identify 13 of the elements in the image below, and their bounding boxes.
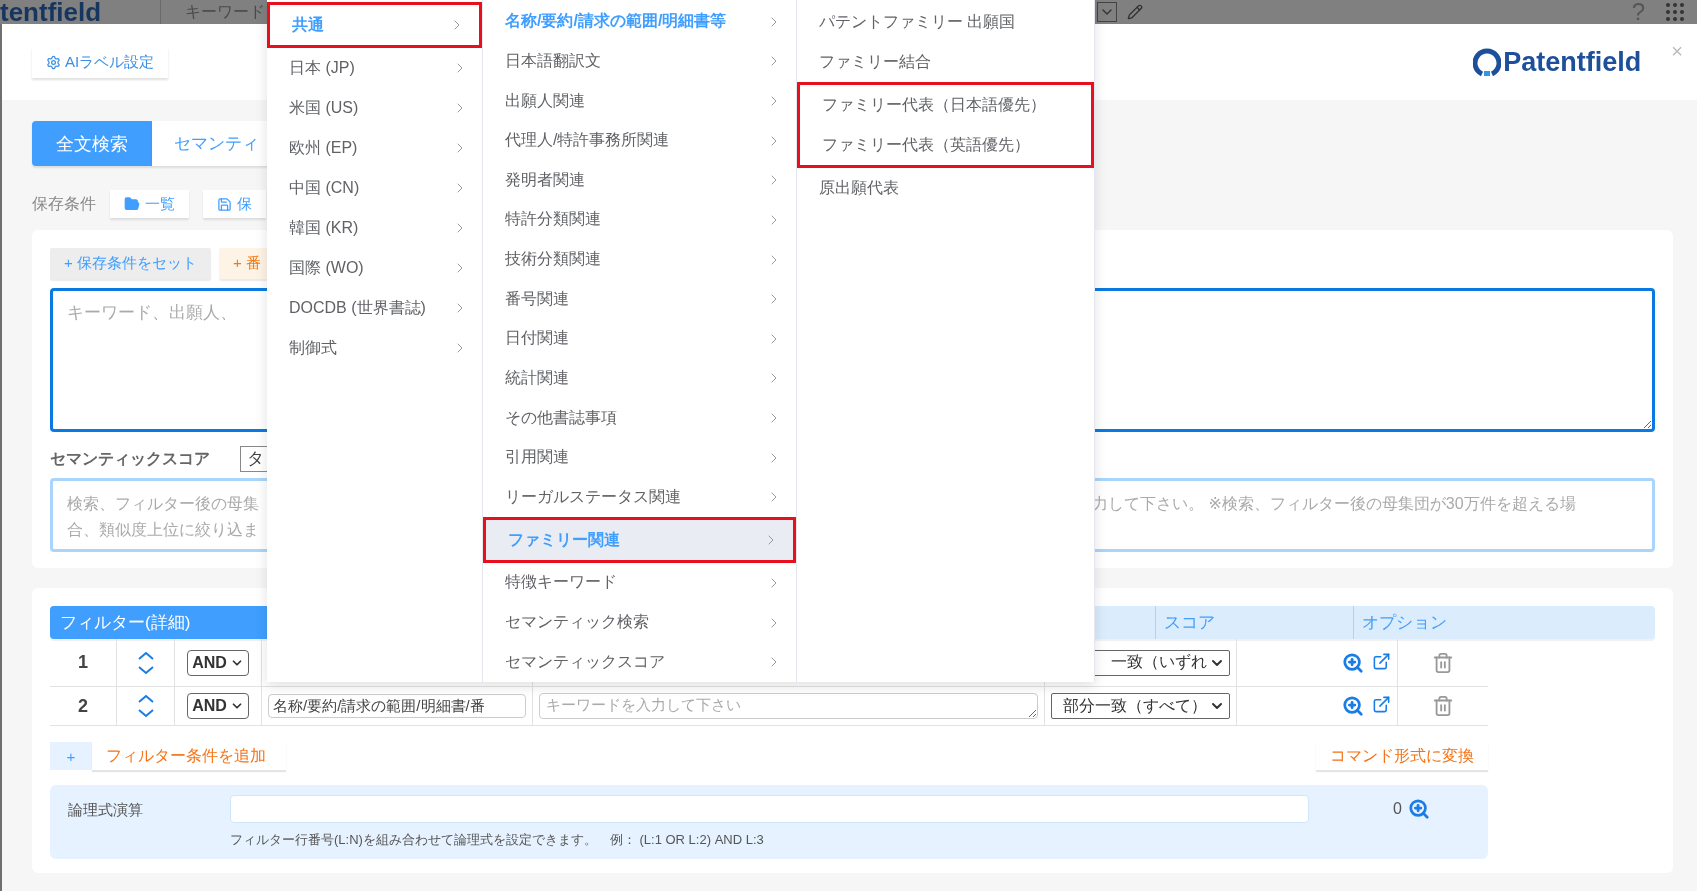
- result-count: 0: [1393, 800, 1402, 818]
- column-header: スコア: [1164, 612, 1215, 634]
- help-text: フィルター行番号(L:N)を組み合わせて論理式を設定できます。 例： (L:1 OR L:2) AND L:3: [230, 831, 765, 849]
- placeholder-text: 検索、フィルター後の母集 合、類似度上位に絞り込ま: [67, 494, 260, 540]
- semantic-score-label: セマンティックスコア: [50, 448, 210, 469]
- column-header: オプション: [1362, 612, 1447, 634]
- logo-text: tentfield: [0, 0, 103, 24]
- row-number: 2: [78, 695, 88, 717]
- saved-conditions-label: 保存条件: [32, 193, 96, 214]
- brand-logo: Patentfield: [1473, 46, 1642, 78]
- filter-title: フィルター(詳細): [50, 606, 268, 639]
- row-number: 1: [78, 652, 88, 673]
- logic-label: 論理式演算: [68, 800, 144, 820]
